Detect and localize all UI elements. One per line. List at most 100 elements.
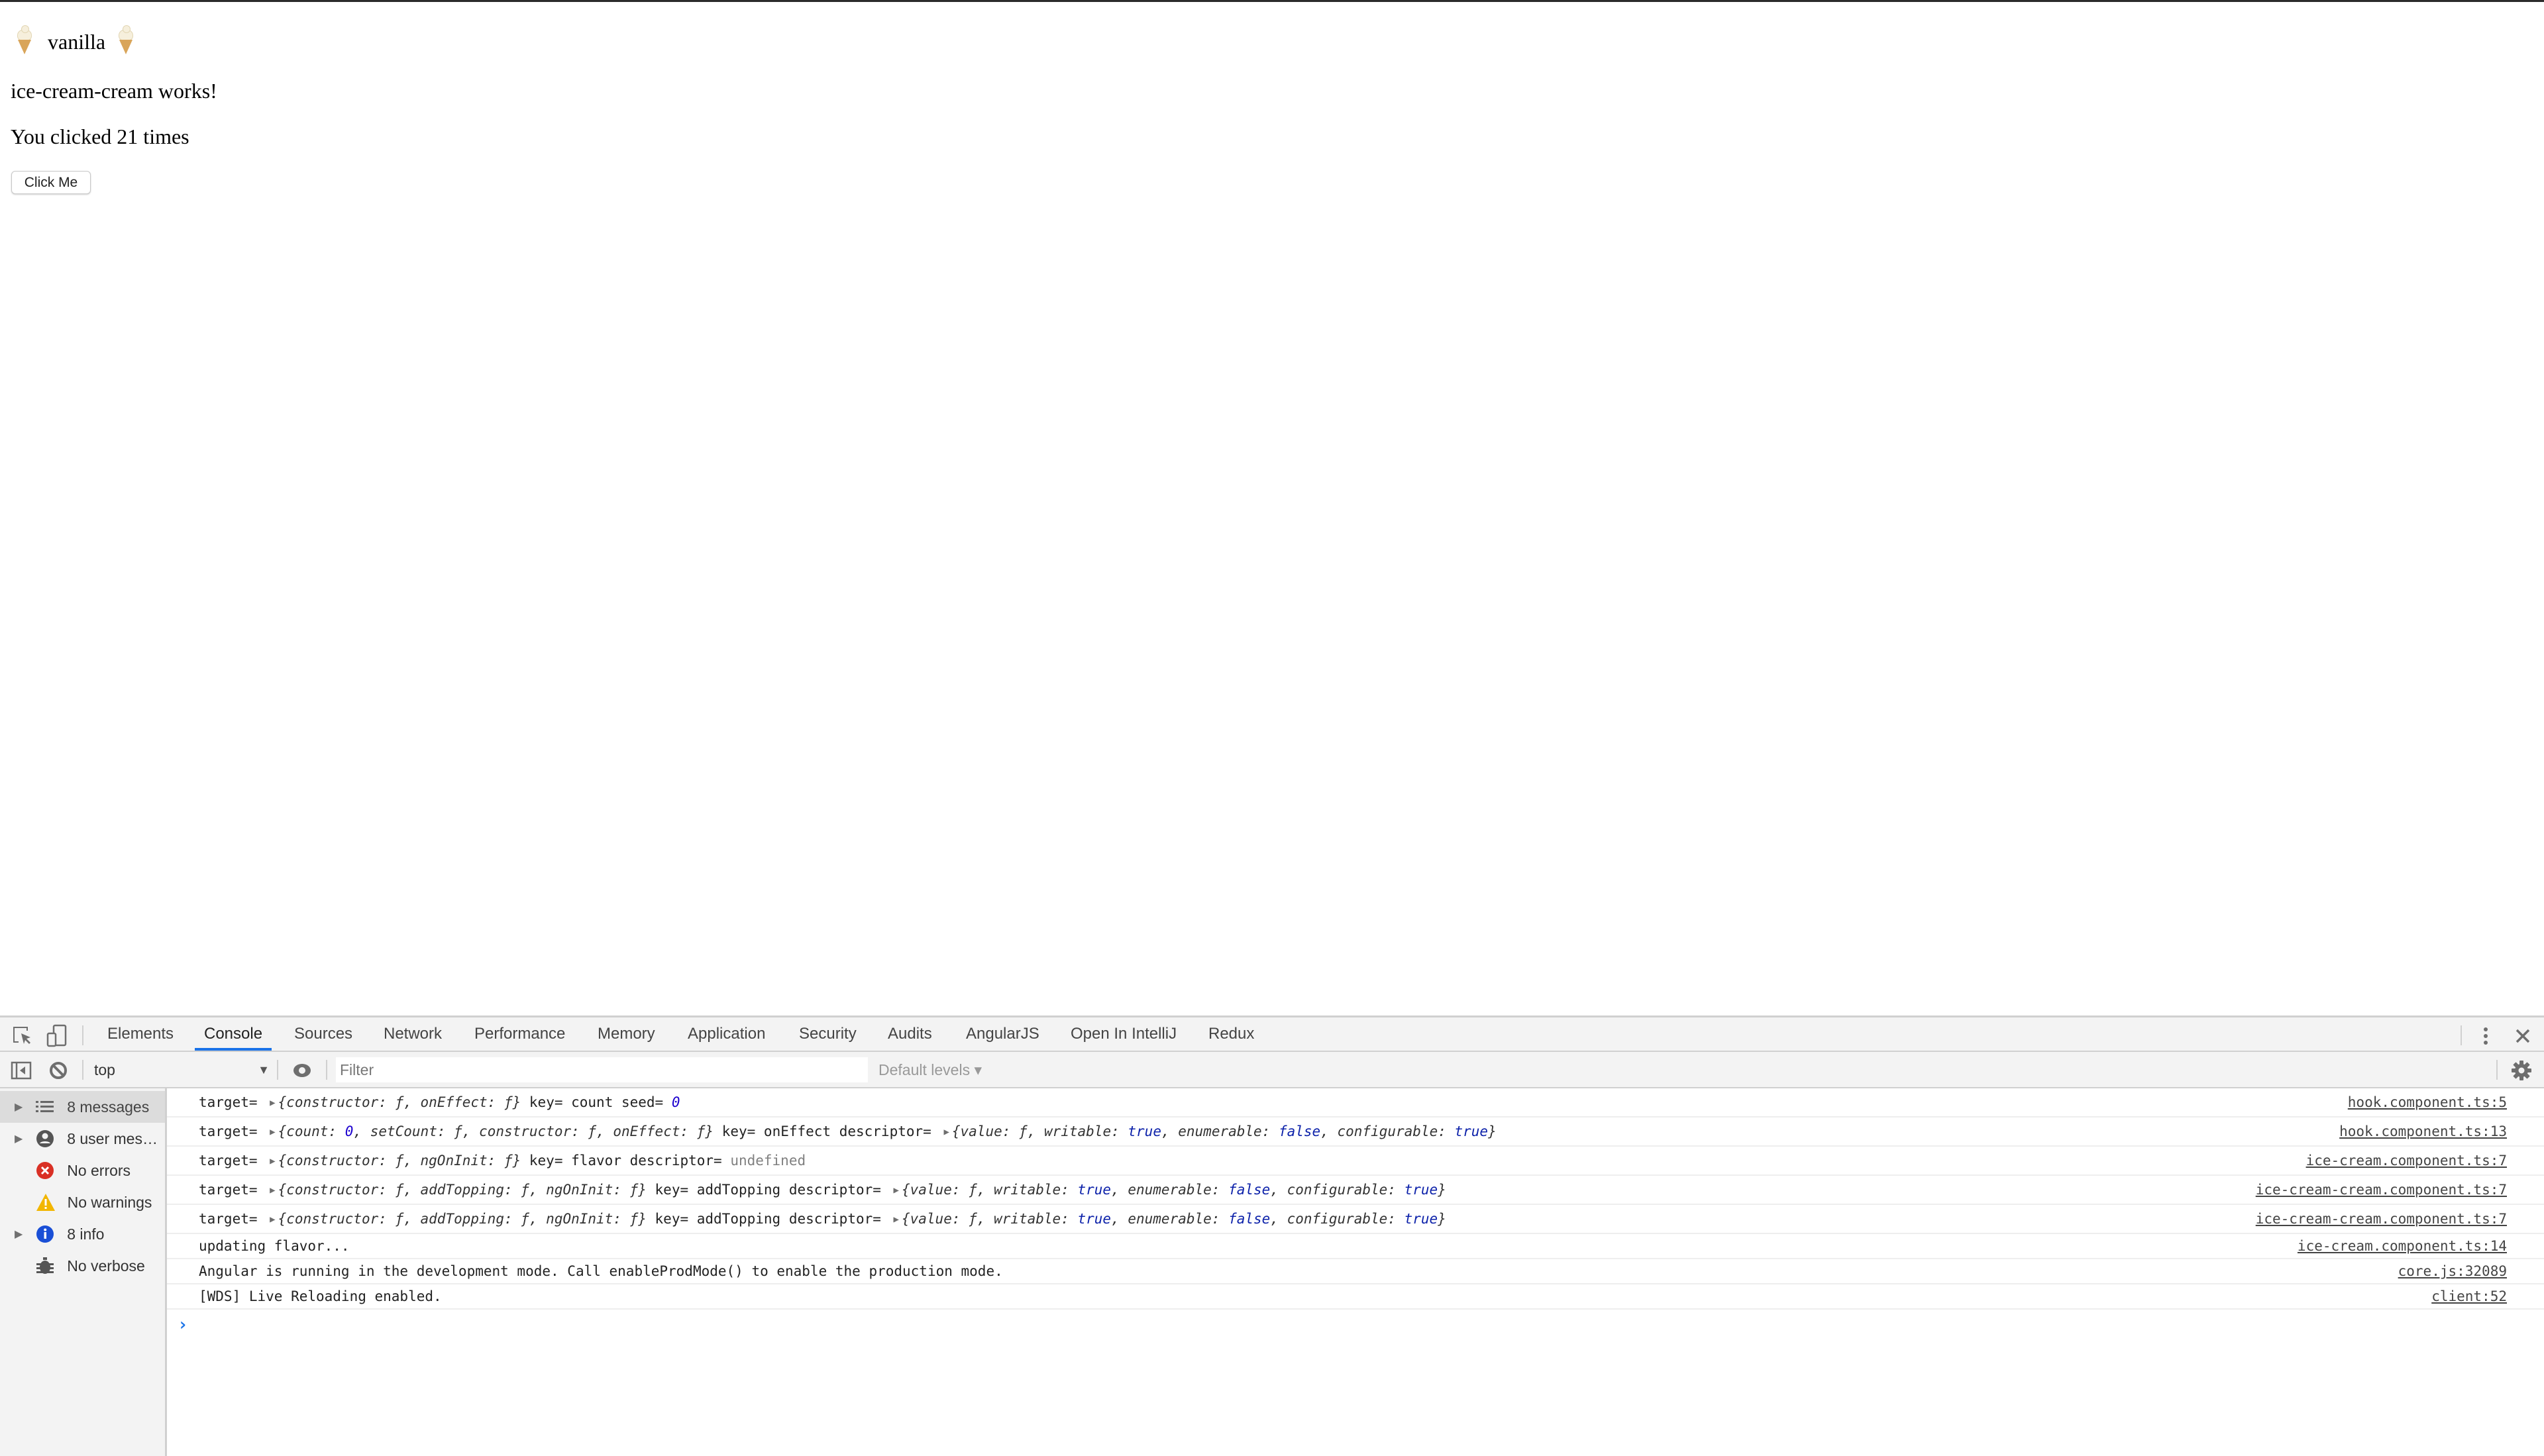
expand-triangle-icon[interactable]: ▶ [15,1100,30,1114]
filter-input[interactable] [336,1057,868,1082]
toolbar-divider [82,1060,83,1080]
sidebar-item-label: 8 info [67,1225,105,1243]
console-message: target= ▶ {constructor: ƒ, ngOnInit: ƒ} k… [167,1147,2544,1176]
tab-security[interactable]: Security [796,1017,859,1051]
expand-object-triangle-icon[interactable]: ▶ [894,1185,899,1196]
expand-object-triangle-icon[interactable]: ▶ [270,1214,275,1225]
message-text: Angular is running in the development mo… [199,1263,1003,1279]
sidebar-item-label: 8 messages [67,1098,150,1116]
list-icon [36,1097,56,1117]
expand-object-triangle-icon[interactable]: ▶ [270,1156,275,1167]
message-text: , configurable: [1270,1182,1404,1198]
source-link[interactable]: hook.component.ts:13 [2339,1123,2507,1139]
sidebar-item-user-messages[interactable]: ▶ 8 user mes… [0,1123,165,1155]
message-text: target= [199,1211,266,1227]
expand-object-triangle-icon[interactable]: ▶ [270,1098,275,1108]
warning-icon [36,1192,56,1212]
gear-icon[interactable] [2510,1059,2533,1082]
live-expression-eye-icon[interactable] [290,1059,314,1082]
message-text: , enumerable: [1161,1123,1279,1139]
message-text: { [278,1094,287,1110]
tab-console[interactable]: Console [194,1017,272,1051]
clear-console-icon[interactable] [46,1059,70,1082]
context-selector[interactable]: top ▼ [94,1057,270,1082]
message-text: {count: [278,1123,345,1139]
sidebar-item-warnings[interactable]: ▶ No warnings [0,1186,165,1218]
message-text: {constructor: ƒ, addTopping: ƒ, ngOnInit… [278,1211,647,1227]
message-text: , enumerable: [1111,1182,1229,1198]
console-message: updating flavor... ice-cream.component.ts… [167,1234,2544,1259]
bug-icon [36,1256,56,1276]
sidebar-item-errors[interactable]: ▶ No errors [0,1155,165,1186]
sidebar-item-label: No warnings [67,1193,152,1211]
sidebar-item-label: No verbose [67,1257,145,1274]
close-icon[interactable] [2511,1024,2535,1048]
expand-triangle-icon[interactable]: ▶ [15,1132,30,1145]
message-text: updating flavor... [199,1238,350,1254]
tab-open-in-intellij[interactable]: Open In IntelliJ [1068,1017,1179,1051]
sidebar-toggle-icon[interactable] [9,1059,33,1082]
message-text: [WDS] Live Reloading enabled. [199,1288,442,1304]
boolean-value: true [1128,1123,1161,1139]
console-sidebar: ▶ 8 messages ▶ 8 user mes… ▶ No errors ▶ [0,1088,167,1456]
message-text: constructor: ƒ, onEffect: ƒ} [286,1094,521,1110]
message-text: , enumerable: [1111,1211,1229,1227]
message-text: {constructor: ƒ, ngOnInit: ƒ} [278,1153,521,1169]
expand-object-triangle-icon[interactable]: ▶ [943,1127,949,1137]
source-link[interactable]: core.js:32089 [2398,1263,2507,1279]
expand-object-triangle-icon[interactable]: ▶ [894,1214,899,1225]
tab-elements[interactable]: Elements [105,1017,176,1051]
log-levels-dropdown[interactable]: Default levels ▾ [878,1057,982,1082]
boolean-value: true [1077,1182,1112,1198]
devtools-panel: Elements Console Sources Network Perform… [0,1015,2544,1456]
message-text: target= [199,1153,266,1169]
message-text: {constructor: ƒ, addTopping: ƒ, ngOnInit… [278,1182,647,1198]
message-text: {value: ƒ, writable: [901,1182,1078,1198]
tab-redux[interactable]: Redux [1206,1017,1257,1051]
expand-triangle-icon[interactable]: ▶ [15,1227,30,1241]
sidebar-item-messages[interactable]: ▶ 8 messages [0,1091,165,1123]
message-text: target= [199,1123,266,1139]
tab-performance[interactable]: Performance [472,1017,568,1051]
expand-object-triangle-icon[interactable]: ▶ [270,1127,275,1137]
message-text: {value: ƒ, writable: [901,1211,1078,1227]
message-text: target= [199,1182,266,1198]
message-text: key= count seed= [521,1094,672,1110]
sidebar-item-label: No errors [67,1161,131,1179]
click-me-button[interactable]: Click Me [11,171,91,194]
device-toolbar-icon[interactable] [45,1024,69,1048]
inspect-element-icon[interactable] [11,1024,34,1048]
tab-sources[interactable]: Sources [292,1017,355,1051]
source-link[interactable]: ice-cream-cream.component.ts:7 [2256,1182,2507,1198]
tab-angularjs[interactable]: AngularJS [963,1017,1042,1051]
sidebar-item-verbose[interactable]: ▶ No verbose [0,1250,165,1282]
source-link[interactable]: ice-cream-cream.component.ts:7 [2256,1211,2507,1227]
expand-object-triangle-icon[interactable]: ▶ [270,1185,275,1196]
source-link[interactable]: client:52 [2431,1288,2507,1304]
dropdown-arrow-icon: ▼ [258,1063,270,1076]
tab-network[interactable]: Network [381,1017,445,1051]
source-link[interactable]: hook.component.ts:5 [2348,1094,2507,1110]
tab-audits[interactable]: Audits [885,1017,935,1051]
console-prompt[interactable]: › [178,1315,188,1335]
message-text: key= flavor descriptor= [521,1153,731,1169]
message-text: , setCount: ƒ, constructor: ƒ, onEffect:… [353,1123,714,1139]
works-message: ice-cream-cream works! [11,79,217,103]
message-text: key= onEffect descriptor= [714,1123,940,1139]
message-text: {value: ƒ, writable: [951,1123,1128,1139]
click-count-message: You clicked 21 times [11,125,189,148]
console-message: target= ▶ {count: 0, setCount: ƒ, constru… [167,1118,2544,1147]
boolean-value: true [1404,1211,1438,1227]
more-vertical-icon[interactable] [2474,1024,2498,1048]
undefined-value: undefined [730,1153,806,1169]
source-link[interactable]: ice-cream.component.ts:7 [2306,1153,2507,1169]
message-text: } [1438,1182,1446,1198]
number-value: 0 [344,1123,354,1139]
sidebar-item-info[interactable]: ▶ 8 info [0,1218,165,1250]
source-link[interactable]: ice-cream.component.ts:14 [2298,1238,2507,1254]
console-message: Angular is running in the development mo… [167,1259,2544,1284]
tab-application[interactable]: Application [685,1017,768,1051]
boolean-value: true [1077,1211,1112,1227]
tab-memory[interactable]: Memory [595,1017,658,1051]
boolean-value: false [1228,1211,1271,1227]
